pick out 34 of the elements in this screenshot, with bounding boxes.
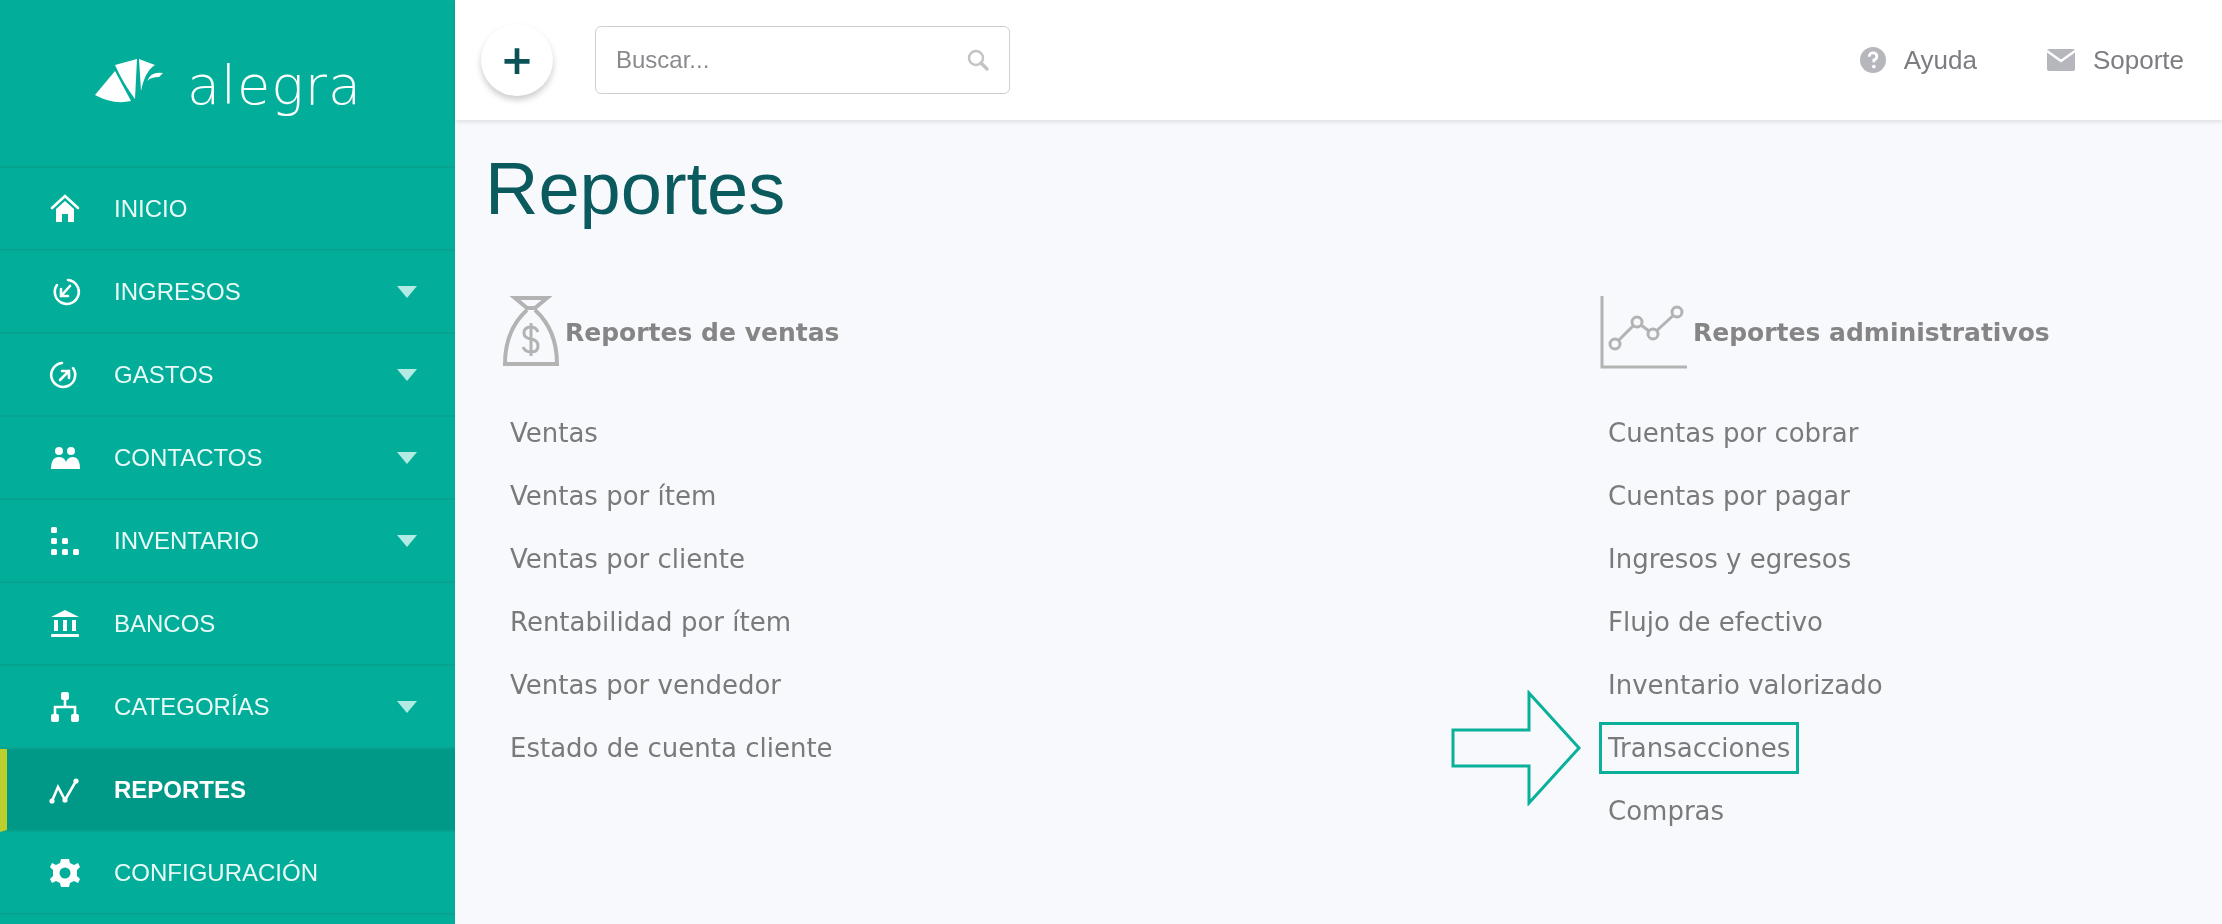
top-link[interactable]: Ayuda	[1859, 44, 1977, 76]
report-link[interactable]: Ventas por cliente	[501, 532, 754, 585]
search-field[interactable]: Buscar...	[595, 26, 1010, 94]
report-link[interactable]: Estado de cuenta cliente	[501, 721, 842, 774]
nav-item[interactable]: BANCOS	[0, 583, 455, 666]
report-link[interactable]: Ventas por ítem	[501, 469, 726, 522]
nav-item[interactable]: INVENTARIO	[0, 500, 455, 583]
mail-icon	[2046, 49, 2075, 71]
report-link[interactable]: Compras	[1599, 784, 1734, 837]
top-link[interactable]: Soporte	[2046, 44, 2184, 76]
nav-item[interactable]: INICIO	[0, 168, 455, 251]
arrow-icon	[1451, 690, 1583, 807]
section-title: Reportes administrativos	[1693, 317, 2050, 347]
report-link[interactable]: Inventario valorizado	[1599, 658, 1892, 711]
report-link[interactable]: Transacciones	[1599, 721, 1800, 774]
nav-item[interactable]: CONTACTOS	[0, 417, 455, 500]
hierarchy-icon	[48, 689, 82, 724]
report-link[interactable]: Ventas por vendedor	[501, 658, 790, 711]
report-link[interactable]: Ingresos y egresos	[1599, 532, 1861, 585]
section-title: Reportes de ventas	[565, 317, 840, 347]
report-link[interactable]: Cuentas por pagar	[1599, 469, 1859, 522]
nav-item[interactable]: REPORTES	[0, 749, 455, 832]
nav-item[interactable]: CONFIGURACIÓN	[0, 832, 455, 915]
report-link[interactable]: Cuentas por cobrar	[1599, 406, 1868, 459]
report-link[interactable]: Ventas	[501, 406, 607, 459]
page-title: Reportes	[485, 148, 787, 230]
report-link[interactable]: Flujo de efectivo	[1599, 595, 1832, 648]
line-chart-icon	[1599, 294, 1689, 371]
nav-item[interactable]: INGRESOS	[0, 251, 455, 334]
add-button[interactable]: +	[481, 24, 553, 96]
help-icon	[1859, 47, 1886, 73]
report-link[interactable]: Rentabilidad por ítem	[501, 595, 800, 648]
search-icon	[966, 48, 990, 72]
nav-item[interactable]: GASTOS	[0, 334, 455, 417]
